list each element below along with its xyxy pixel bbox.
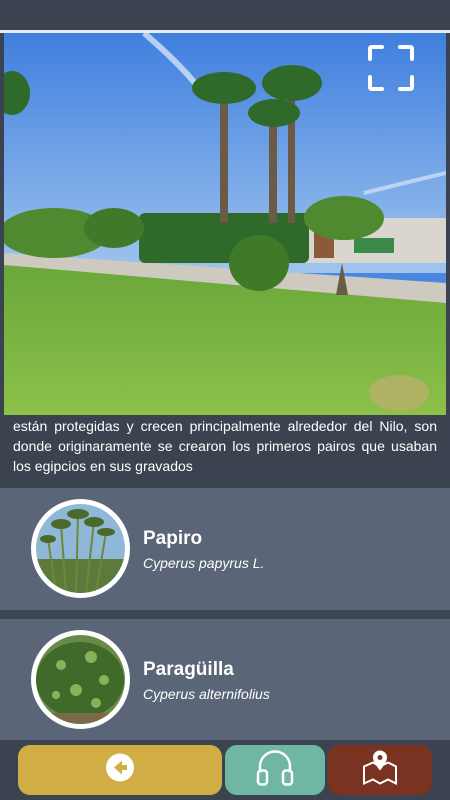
panorama-photo[interactable]: [4, 33, 446, 415]
card-divider: [0, 610, 450, 619]
plant-thumbnail: [31, 499, 130, 598]
audio-button[interactable]: [225, 745, 325, 795]
plant-card-papiro[interactable]: Papiro Cyperus papyrus L.: [0, 488, 450, 610]
bottom-toolbar: [0, 740, 450, 800]
plant-thumbnail: [31, 630, 130, 729]
umbrella-plant-image: [36, 635, 125, 724]
description-panel: están protegidas y crecen principalmente…: [0, 415, 450, 487]
plant-scientific-name: Cyperus papyrus L.: [143, 555, 265, 571]
map-location-icon: [360, 749, 400, 792]
headphones-icon: [255, 749, 295, 792]
plant-scientific-name: Cyperus alternifolius: [143, 686, 270, 702]
plant-name: Paragüilla: [143, 659, 234, 680]
back-button[interactable]: [18, 745, 222, 795]
plant-name: Papiro: [143, 528, 203, 549]
description-text: están protegidas y crecen principalmente…: [13, 418, 437, 474]
map-button[interactable]: [328, 745, 432, 795]
papyrus-image: [36, 504, 125, 593]
top-bar: [0, 0, 450, 30]
plant-card-paraguilla[interactable]: Paragüilla Cyperus alternifolius: [0, 619, 450, 741]
arrow-left-icon: [105, 753, 135, 788]
fullscreen-icon[interactable]: [366, 43, 416, 93]
